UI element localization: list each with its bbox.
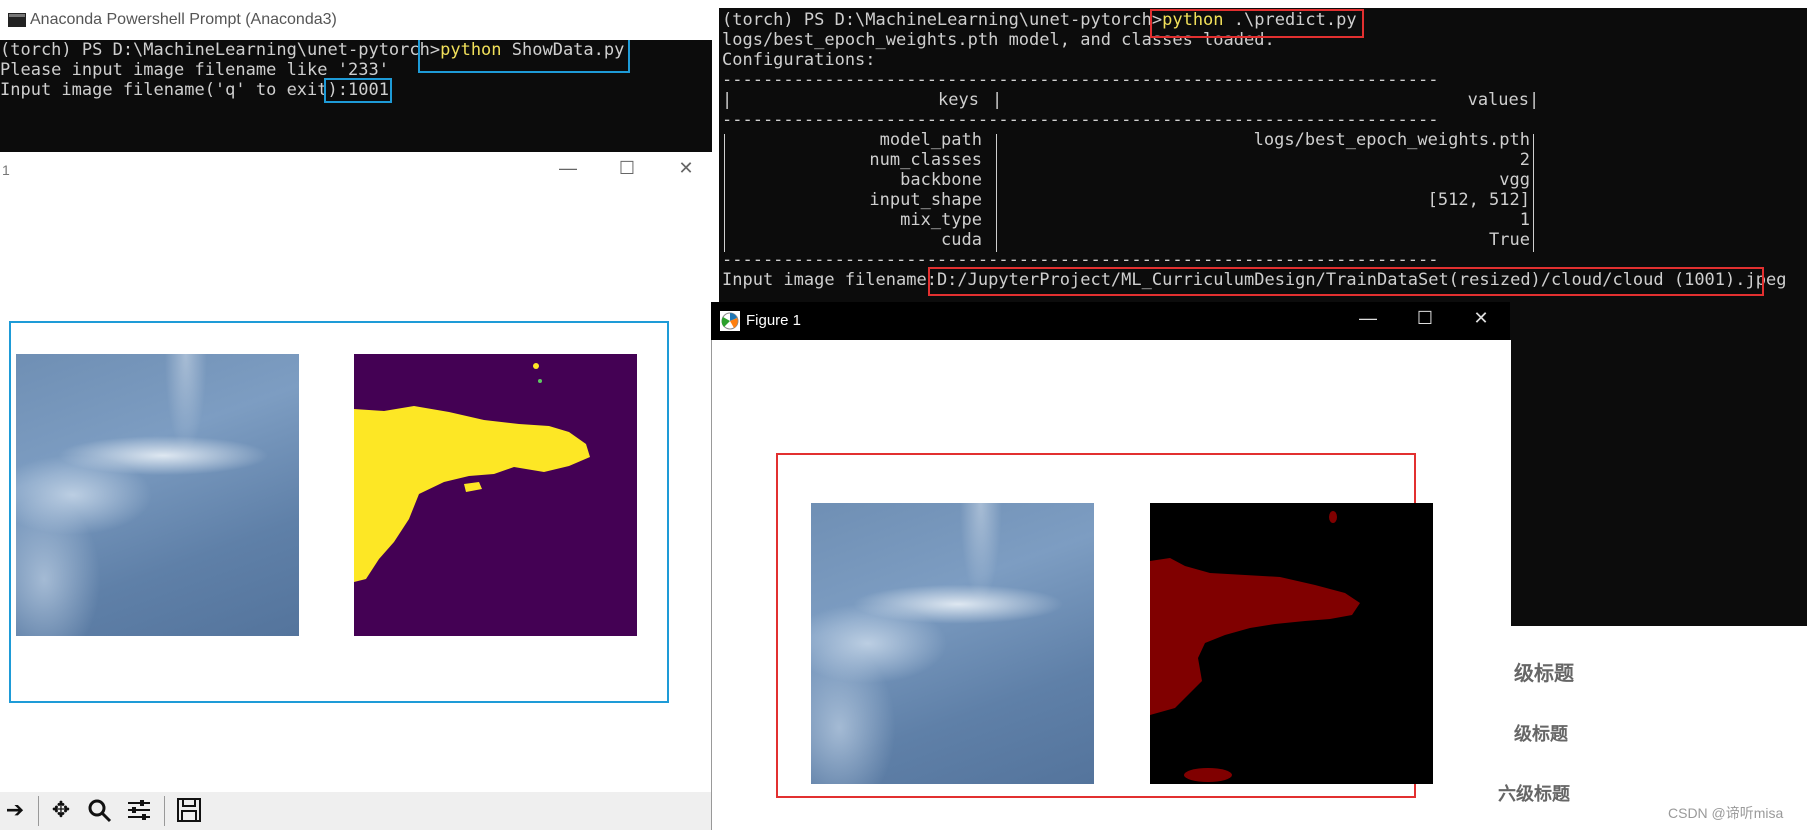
sky-image xyxy=(811,503,1094,784)
table-divider-mid: ----------------------------------------… xyxy=(722,110,1439,130)
left-terminal-titlebar[interactable]: Anaconda Powershell Prompt (Anaconda3) xyxy=(0,0,712,40)
watermark-text: CSDN @谛听misa xyxy=(1668,805,1784,821)
left-terminal-title: Anaconda Powershell Prompt (Anaconda3) xyxy=(30,11,337,28)
maximize-button[interactable]: ☐ xyxy=(613,158,641,179)
close-button[interactable]: ✕ xyxy=(672,158,700,179)
config-value: logs/best_epoch_weights.pth xyxy=(1253,130,1530,150)
sidebar-heading[interactable]: 级标题 xyxy=(1514,720,1568,746)
config-label: Configurations: xyxy=(722,50,876,70)
prediction-mask-image xyxy=(1150,503,1433,784)
minimize-button[interactable]: — xyxy=(1354,308,1382,329)
move-icon[interactable]: ✥ xyxy=(46,797,76,825)
maximize-button[interactable]: ☐ xyxy=(1411,308,1439,329)
input-label: Input image filename('q' to exit) xyxy=(0,80,338,100)
input-label: Input image filename: xyxy=(722,270,937,290)
config-value: 1 xyxy=(1519,210,1530,230)
close-button[interactable]: ✕ xyxy=(1467,308,1495,329)
table-head-keys: keys xyxy=(938,90,979,110)
left-figure-window[interactable]: 1 — ☐ ✕ xyxy=(0,152,712,830)
left-terminal-line2: Please input image filename like '233' xyxy=(0,60,389,80)
table-head-values: values xyxy=(1467,90,1529,110)
config-value: [512, 512] xyxy=(1427,190,1530,210)
prompt-text: (torch) PS D:\MachineLearning\unet-pytor… xyxy=(722,10,1163,30)
command-highlight-box xyxy=(418,40,630,73)
sidebar-heading[interactable]: 六级标题 xyxy=(1498,780,1570,806)
table-bar: | xyxy=(1529,90,1540,110)
label-mask-image xyxy=(354,354,637,636)
arrow-right-icon[interactable]: ➔ xyxy=(0,797,30,825)
input-highlight-box xyxy=(324,78,392,103)
config-key: input_shape xyxy=(869,190,982,210)
input-highlight-box xyxy=(928,267,1764,296)
config-key: model_path xyxy=(879,130,982,150)
right-figure-canvas xyxy=(711,340,1511,830)
prompt-text: (torch) PS D:\MachineLearning\unet-pytor… xyxy=(0,40,441,60)
sidebar-heading[interactable]: 级标题 xyxy=(1514,657,1574,686)
table-divider-top: ----------------------------------------… xyxy=(722,70,1439,90)
right-window-title: Figure 1 xyxy=(746,312,802,329)
matplotlib-icon xyxy=(720,311,740,331)
right-figure-titlebar[interactable]: Figure 1 — ☐ ✕ xyxy=(711,302,1510,340)
zoom-icon[interactable] xyxy=(84,797,114,825)
save-icon[interactable] xyxy=(174,797,204,825)
configure-icon[interactable] xyxy=(124,797,154,825)
figure-toolbar: ➔ ✥ xyxy=(0,792,712,830)
config-value: vgg xyxy=(1499,170,1530,190)
config-value: True xyxy=(1489,230,1530,250)
minimize-button[interactable]: — xyxy=(554,158,582,179)
sky-image xyxy=(16,354,299,636)
table-bar: | xyxy=(992,90,1003,110)
config-value: 2 xyxy=(1519,150,1530,170)
left-terminal-body[interactable]: (torch) PS D:\MachineLearning\unet-pytor… xyxy=(0,40,712,152)
config-key: backbone xyxy=(900,170,982,190)
command-highlight-box xyxy=(1150,9,1364,38)
config-key: cuda xyxy=(941,230,982,250)
left-window-title: 1 xyxy=(2,162,10,178)
config-key: mix_type xyxy=(900,210,982,230)
table-bar: | xyxy=(722,90,733,110)
terminal-icon xyxy=(8,13,26,27)
config-key: num_classes xyxy=(869,150,982,170)
